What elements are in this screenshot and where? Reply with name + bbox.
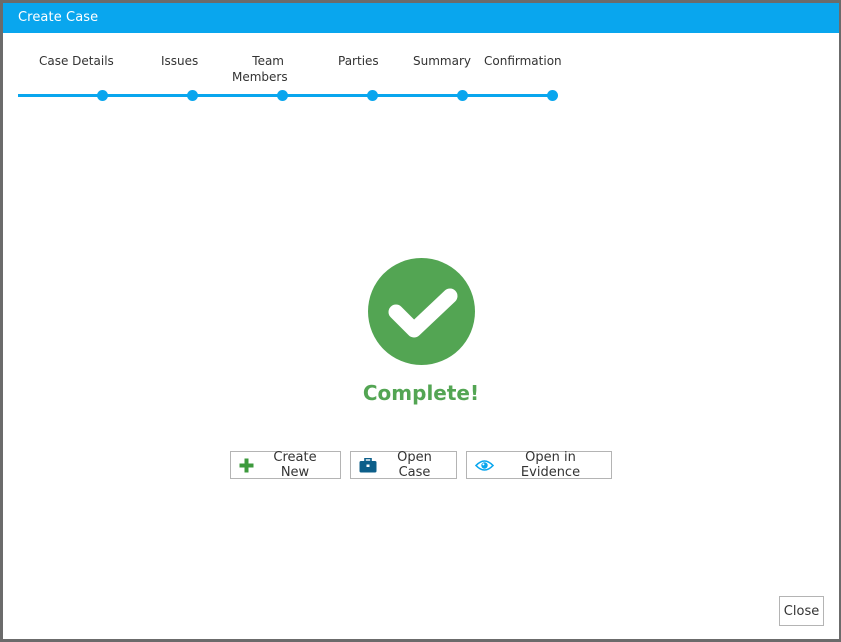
open-in-evidence-button[interactable]: Open in Evidence: [466, 450, 612, 480]
dialog-titlebar: Create Case: [3, 3, 839, 33]
open-in-evidence-label: Open in Evidence: [520, 450, 581, 480]
create-case-dialog: Create Case Case Details Issues Team Mem…: [3, 3, 839, 639]
open-case-button[interactable]: Open Case: [350, 450, 457, 480]
step-label-confirmation: Confirmation: [484, 54, 562, 68]
eye-icon: [475, 459, 494, 472]
step-dot-team-members: [277, 90, 288, 101]
open-case-label: Open Case: [397, 450, 432, 480]
step-dot-confirmation: [547, 90, 558, 101]
step-label-summary: Summary: [413, 54, 471, 68]
close-button-label: Close: [783, 603, 820, 619]
briefcase-icon: [359, 457, 377, 473]
plus-icon: [239, 458, 254, 473]
create-new-label: Create New: [273, 450, 317, 480]
step-label-case-details: Case Details: [39, 54, 114, 68]
step-label-team-members: Team Members: [232, 53, 288, 85]
step-label-team-line1: Team: [252, 54, 284, 68]
completion-status-text: Complete!: [362, 381, 480, 405]
create-new-button[interactable]: Create New: [230, 450, 341, 480]
step-dot-parties: [367, 90, 378, 101]
step-dot-summary: [457, 90, 468, 101]
step-dot-issues: [187, 90, 198, 101]
step-dot-case-details: [97, 90, 108, 101]
checkmark-icon: [388, 288, 458, 338]
step-label-team-line2: Members: [232, 70, 288, 84]
dialog-title: Create Case: [18, 10, 99, 25]
step-label-issues: Issues: [161, 54, 199, 68]
wizard-progress: Case Details Issues Team Members Parties…: [3, 33, 839, 113]
success-check-icon: [368, 258, 475, 365]
close-button[interactable]: Close: [779, 596, 824, 626]
step-label-parties: Parties: [338, 54, 379, 68]
